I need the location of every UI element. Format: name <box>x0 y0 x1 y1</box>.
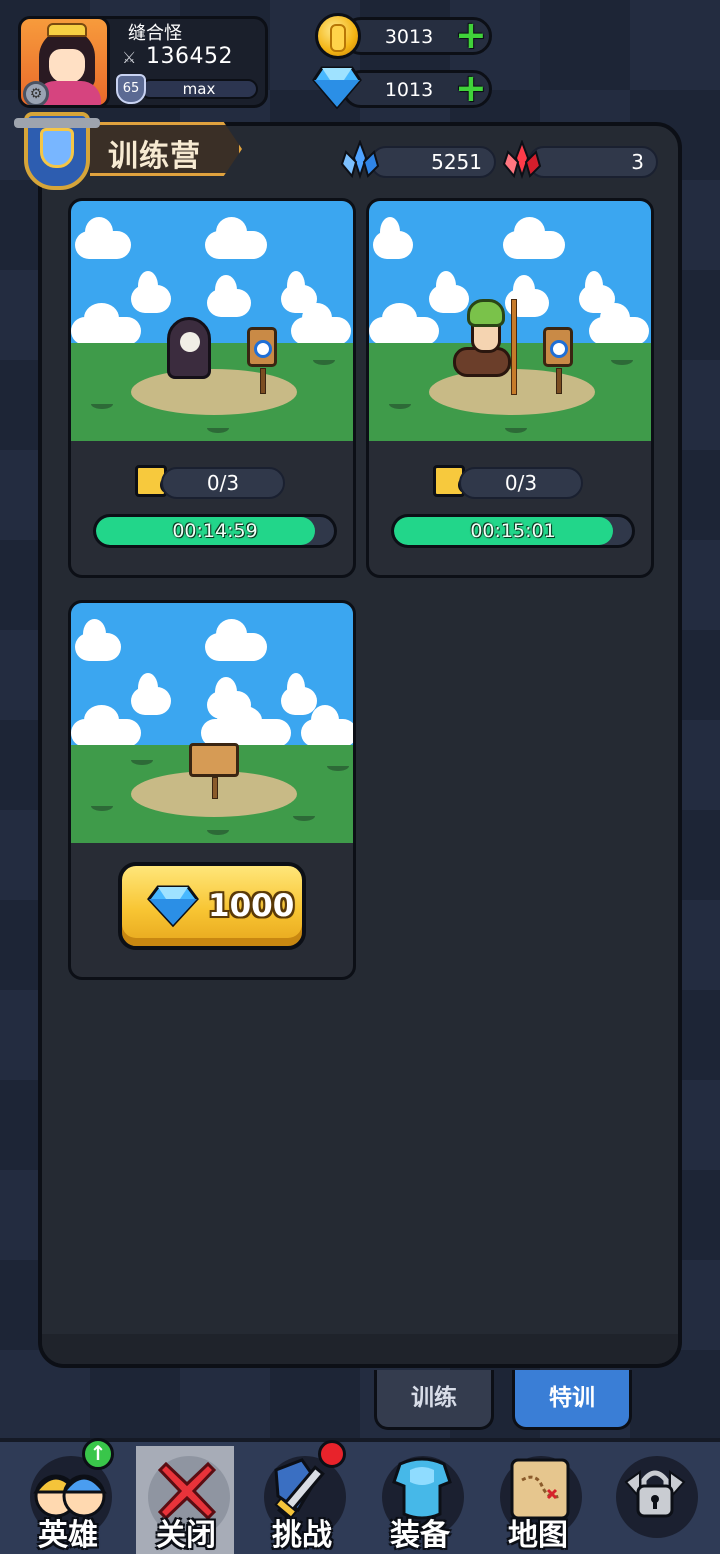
blue-gem-icon <box>147 885 199 928</box>
empty-training-scene <box>71 603 353 843</box>
nav-challenge-label: 挑战 <box>272 1518 332 1553</box>
training-timer: 00:14:59 <box>172 520 258 542</box>
gem-amount: 1013 <box>384 79 434 101</box>
upgrade-available-icon: ↑ <box>82 1438 114 1470</box>
red-crystal-icon <box>502 140 542 180</box>
camp-shield-icon <box>14 112 100 190</box>
construction-sign-icon <box>189 743 239 799</box>
nav-map-label: 地图 <box>508 1518 568 1553</box>
centaur-hero-sprite <box>453 299 523 397</box>
blue-crystal-icon <box>340 140 380 180</box>
notification-dot <box>318 1440 346 1468</box>
panel-footer <box>42 1334 678 1364</box>
nav-equipment-label: 装备 <box>390 1518 450 1553</box>
blue-crystal-count: 5251 <box>370 146 496 178</box>
add-gold-button[interactable]: + <box>455 16 487 54</box>
page-title: 训练营 <box>108 139 201 174</box>
reaper-hero-sprite <box>167 317 211 379</box>
gold-amount: 3013 <box>384 26 434 48</box>
training-dummy-icon <box>232 327 294 394</box>
training-slot-2[interactable]: 0/3 00:15:01 <box>366 198 654 578</box>
nav-heroes-label: 英雄 <box>38 1518 98 1553</box>
level-progress-bar: max <box>140 79 258 99</box>
training-scene <box>369 201 651 441</box>
training-slot-1[interactable]: 0/3 00:14:59 <box>68 198 356 578</box>
player-name: 缝合怪 <box>128 23 182 44</box>
crossed-swords-icon: ⚔ <box>122 48 137 67</box>
nav-close-label: 关闭 <box>156 1518 216 1553</box>
training-scene <box>71 201 353 441</box>
add-gems-button[interactable]: + <box>455 69 487 107</box>
training-timer-bar: 00:15:01 <box>391 514 635 548</box>
combat-power: 136452 <box>146 44 233 69</box>
lock-icon <box>624 1470 686 1518</box>
training-timer: 00:15:01 <box>470 520 556 542</box>
training-timer-bar: 00:14:59 <box>93 514 337 548</box>
nav-equipment[interactable]: 装备 <box>370 1438 470 1554</box>
player-avatar[interactable]: ⚙ <box>18 16 110 108</box>
red-crystal-count: 3 <box>528 146 658 178</box>
unlock-slot-button[interactable]: 1000 <box>118 862 306 950</box>
nav-close[interactable]: 关闭 <box>136 1438 236 1554</box>
nav-map[interactable]: 地图 <box>488 1438 588 1554</box>
tab-training[interactable]: 训练 <box>374 1370 494 1430</box>
shard-count: 0/3 <box>161 467 285 499</box>
gem-bar: 1013 + <box>342 69 492 108</box>
blue-gem-icon <box>312 66 362 110</box>
gold-coin-icon <box>315 13 361 59</box>
settings-gear-icon[interactable]: ⚙ <box>23 81 49 105</box>
nav-locked[interactable] <box>604 1438 704 1554</box>
gold-bar: 3013 + <box>342 16 492 55</box>
training-dummy-icon <box>528 327 590 394</box>
shard-count: 0/3 <box>459 467 583 499</box>
unlock-price: 1000 <box>208 888 295 924</box>
level-badge: 65 <box>116 74 146 104</box>
tab-special-training[interactable]: 特训 <box>512 1370 632 1430</box>
